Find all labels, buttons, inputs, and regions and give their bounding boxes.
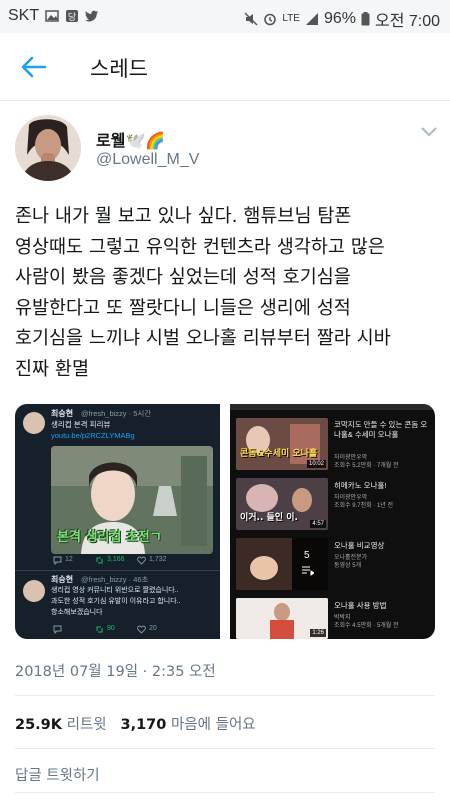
- status-left: SKT 당: [8, 7, 99, 25]
- retweet-icon: [96, 557, 103, 564]
- divider: [15, 748, 435, 749]
- heart-icon: [137, 625, 146, 634]
- reply-icon: [53, 625, 62, 634]
- author-name[interactable]: 로웰🕊️🌈: [96, 127, 165, 151]
- app-bar: 스레드: [0, 33, 450, 101]
- mute-icon: [244, 12, 258, 26]
- image-icon: [45, 10, 59, 22]
- reply-input[interactable]: 답글 트윗하기: [15, 764, 100, 785]
- embedded-name: 최승현: [51, 575, 74, 584]
- network-label: LTE: [282, 13, 300, 24]
- retweet-label[interactable]: 리트윗: [67, 717, 107, 733]
- heart-icon: [137, 556, 146, 565]
- tweet-text: 존나 내가 뭘 보고 있나 싶다. 햄튜브님 탐폰 영상때도 그렇고 유익한 컨…: [15, 202, 440, 385]
- embedded-handle: @fresh_bizzy · 46초: [81, 575, 149, 584]
- video-meta: 조회수 5.2만회 · 7개월 전: [334, 463, 399, 469]
- embedded-text: 생리컵 본격 피리뷰: [51, 420, 111, 429]
- like-count: 1,732: [149, 556, 167, 563]
- retweet-count[interactable]: 25.9K: [15, 717, 62, 733]
- tweet-line: 진짜 환멸: [15, 358, 89, 380]
- alarm-icon: [264, 13, 277, 26]
- avatar-image: [15, 115, 81, 181]
- duration-badge: 1:26: [310, 629, 326, 637]
- retweet-icon: [96, 626, 103, 633]
- tweet-timestamp[interactable]: 2018년 07월 19일 · 2:35 오전: [15, 660, 216, 681]
- video-title: 오나홀 비교영상: [334, 541, 385, 550]
- playlist-count: 5: [304, 550, 310, 561]
- duration-badge: 4:57: [310, 520, 326, 528]
- chevron-down-icon[interactable]: [419, 125, 439, 139]
- retweet-count: 90: [107, 625, 115, 632]
- tweet-line: 사람이 봤음 좋겠다 싶었는데 성적 호기심을: [15, 267, 351, 288]
- video-thumbnail: 1:26: [236, 598, 328, 639]
- author-handle[interactable]: @Lowell_M_V: [96, 151, 199, 169]
- reply-icon: [53, 556, 62, 565]
- signal-icon: [305, 13, 318, 25]
- divider: [15, 695, 435, 696]
- svg-text:당: 당: [68, 12, 76, 23]
- video-caption: 본격 생리컵 초전ㄱ: [57, 530, 162, 545]
- tweet-line: 유발한다고 또 짤랏다니 니들은 생리에 성적: [15, 297, 351, 319]
- tweet-stats: 25.9K 리트윗 3,170 마음에 들어요: [15, 713, 256, 734]
- media-image-right[interactable]: 콘돔&수세미 오나홀 10:02 코막지도 만들 수 있는 콘돔 오나홀& 수세…: [230, 404, 435, 639]
- divider: [15, 792, 435, 793]
- app-notification-icon: 당: [66, 10, 79, 23]
- embedded-avatar: [23, 412, 45, 434]
- video-thumbnail: 콘돔&수세미 오나홀 10:02: [236, 418, 328, 470]
- status-bar: SKT 당 LTE 96% 오전 7:00: [0, 0, 450, 33]
- tweet-line: 존나 내가 뭘 보고 있나 싶다. 햄튜브님 탐폰: [15, 206, 352, 227]
- list-top-strip: [230, 404, 435, 410]
- twitter-bird-icon: [85, 10, 99, 22]
- avatar[interactable]: [15, 115, 81, 181]
- clock: 오전 7:00: [374, 13, 440, 30]
- video-meta: 조회수 4.5만회 · 5개월 전: [334, 623, 399, 629]
- status-right: LTE 96% 오전 7:00: [244, 7, 440, 31]
- embedded-avatar: [23, 580, 45, 602]
- tweet-line: 호기심을 느끼냐 시벌 오나홀 리뷰부터 짤라 시바: [15, 328, 391, 349]
- thumbnail-art: [236, 538, 328, 590]
- thumbnail-text: 이거.. 들인 이.: [240, 513, 298, 523]
- battery-icon: [361, 12, 370, 26]
- battery-percent: 96%: [323, 10, 356, 27]
- embedded-text: 항소해보겠습니다: [51, 609, 103, 616]
- media-image-left[interactable]: 최승현 @fresh_bizzy · 5시간 생리컵 본격 피리뷰 youtu.…: [15, 404, 220, 639]
- video-thumbnail: 이거.. 들인 이. 4:57: [236, 478, 328, 530]
- video-title: 히메카노 오나홀!: [334, 481, 387, 490]
- tweet-line: 영상때도 그렇고 유익한 컨텐츠라 생각하고 많은: [15, 236, 385, 258]
- video-title: 오나홀 사용 방법: [334, 601, 387, 610]
- embedded-video-thumbnail: 본격 생리컵 초전ㄱ: [51, 446, 213, 554]
- playlist-icon: [302, 566, 314, 576]
- like-count: 20: [149, 625, 157, 632]
- video-meta: 조회수 9.7천회 · 1년 전: [334, 503, 393, 509]
- retweet-count: 3,166: [107, 556, 125, 563]
- video-title: 코막지도 만들 수 있는 콘돔 오나홀& 수세미 오나홀: [334, 420, 428, 439]
- embedded-handle: @fresh_bizzy · 5시간: [81, 409, 152, 418]
- embedded-link: youtu.be/p2RCZLYMABg: [51, 431, 135, 440]
- reply-count: 12: [65, 556, 73, 563]
- like-count[interactable]: 3,170: [120, 717, 166, 733]
- embedded-divider: [15, 570, 220, 571]
- video-meta: 동영상 5개: [334, 563, 362, 569]
- embedded-text: 생리컵 영상 커뮤니티 위반으로 짤렸습니다..: [51, 587, 179, 594]
- page-title: 스레드: [90, 57, 148, 81]
- embedded-name: 최승현: [51, 409, 74, 418]
- embedded-text: 과도한 성적 호기심 유발이 이유라고 합니다..: [51, 598, 181, 605]
- duration-badge: 10:02: [306, 460, 326, 468]
- back-arrow-icon[interactable]: [18, 52, 48, 82]
- video-thumbnail: 5: [236, 538, 328, 590]
- carrier-label: SKT: [8, 7, 40, 24]
- thumbnail-text: 콘돔&수세미 오나홀: [240, 449, 318, 459]
- like-label[interactable]: 마음에 들어요: [171, 717, 256, 733]
